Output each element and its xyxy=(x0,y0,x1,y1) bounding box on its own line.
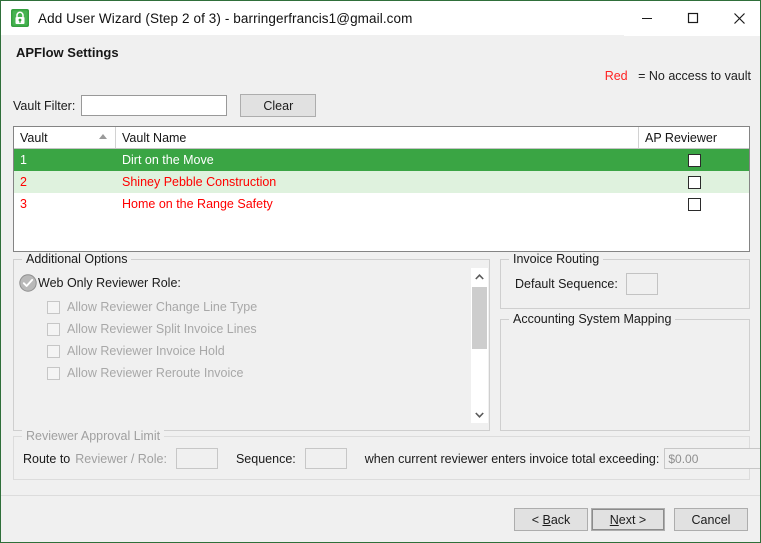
legend-text: = No access to vault xyxy=(638,69,751,83)
web-only-reviewer-role-label: Web Only Reviewer Role: xyxy=(38,276,181,290)
table-row[interactable]: 2 Shiney Pebble Construction xyxy=(14,171,749,193)
approval-amount-input[interactable] xyxy=(664,448,760,469)
approval-sequence-input[interactable] xyxy=(304,448,347,469)
chevron-down-icon xyxy=(475,411,484,418)
cell-vault-name: Dirt on the Move xyxy=(122,153,214,167)
chevron-up-icon xyxy=(475,273,484,280)
default-sequence-input[interactable] xyxy=(625,273,658,295)
vault-filter-input[interactable] xyxy=(81,95,228,116)
column-header-ap-reviewer-label: AP Reviewer xyxy=(645,130,718,145)
default-sequence-row: Default Sequence: xyxy=(515,273,658,295)
allow-reviewer-reroute-invoice-label: Allow Reviewer Reroute Invoice xyxy=(67,366,244,380)
allow-reviewer-invoice-hold-checkbox[interactable] xyxy=(47,344,60,358)
cell-ap-reviewer[interactable] xyxy=(639,171,749,193)
column-header-vault-name-label: Vault Name xyxy=(122,130,187,145)
header-strip: APFlow Settings xyxy=(1,36,760,71)
footer-bar: < Back Next > Cancel xyxy=(1,496,760,542)
reviewer-role-input[interactable] xyxy=(175,448,218,469)
minimize-icon xyxy=(642,18,652,19)
cell-vault: 2 xyxy=(20,175,27,189)
accounting-system-mapping-title: Accounting System Mapping xyxy=(509,312,676,326)
scroll-up-button[interactable] xyxy=(471,268,488,285)
ap-reviewer-checkbox[interactable] xyxy=(687,197,701,211)
cell-vault: 1 xyxy=(20,153,27,167)
table-row[interactable]: 1 Dirt on the Move xyxy=(14,149,749,171)
allow-reviewer-split-invoice-lines-checkbox[interactable] xyxy=(47,322,60,336)
vault-filter-clear-button[interactable]: Clear xyxy=(240,94,317,117)
vault-grid[interactable]: Vault Vault Name AP Reviewer 1 Dirt on t… xyxy=(13,126,750,252)
column-header-vault[interactable]: Vault xyxy=(14,127,116,148)
legend-no-access: Red = No access to vault xyxy=(605,69,751,83)
ap-reviewer-checkbox[interactable] xyxy=(687,175,701,189)
title-bar: Add User Wizard (Step 2 of 3) - barringe… xyxy=(1,1,760,36)
invoice-routing-title: Invoice Routing xyxy=(509,252,604,266)
reviewer-approval-limit-title: Reviewer Approval Limit xyxy=(22,429,165,443)
allow-reviewer-split-invoice-lines-option[interactable]: Allow Reviewer Split Invoice Lines xyxy=(47,322,257,336)
next-button[interactable]: Next > xyxy=(591,508,665,531)
accounting-system-mapping-group: Accounting System Mapping xyxy=(500,312,750,431)
cell-vault-name: Shiney Pebble Construction xyxy=(122,175,277,189)
allow-reviewer-reroute-invoice-option[interactable]: Allow Reviewer Reroute Invoice xyxy=(47,366,243,380)
back-button[interactable]: < Back xyxy=(514,508,588,531)
approval-condition-label: when current reviewer enters invoice tot… xyxy=(364,451,660,466)
maximize-button[interactable] xyxy=(670,1,716,36)
maximize-icon xyxy=(687,12,699,24)
vault-filter-row: Vault Filter: Clear xyxy=(13,94,317,117)
additional-options-group: Additional Options Web Only Reviewer Rol… xyxy=(13,252,490,431)
window-controls xyxy=(624,1,760,36)
next-button-label: Next > xyxy=(609,512,647,527)
vault-filter-label: Vault Filter: xyxy=(13,98,76,113)
additional-options-scrollbar[interactable] xyxy=(471,268,488,423)
default-sequence-label: Default Sequence: xyxy=(515,277,618,291)
additional-options-list: Web Only Reviewer Role: Allow Reviewer C… xyxy=(15,268,474,423)
table-row[interactable]: 3 Home on the Range Safety xyxy=(14,193,749,215)
vault-grid-header: Vault Vault Name AP Reviewer xyxy=(14,127,749,149)
sort-ascending-icon xyxy=(99,134,107,139)
page-title: APFlow Settings xyxy=(16,45,119,60)
close-button[interactable] xyxy=(716,1,760,36)
minimize-button[interactable] xyxy=(624,1,670,36)
column-header-ap-reviewer[interactable]: AP Reviewer xyxy=(639,127,749,148)
invoice-routing-group: Invoice Routing Default Sequence: xyxy=(500,252,750,309)
sequence-label: Sequence: xyxy=(235,451,296,466)
legend-red-word: Red xyxy=(604,69,628,83)
back-button-label: < Back xyxy=(531,512,571,527)
column-header-vault-name[interactable]: Vault Name xyxy=(116,127,639,148)
add-user-wizard-window: Add User Wizard (Step 2 of 3) - barringe… xyxy=(0,0,761,543)
scroll-down-button[interactable] xyxy=(471,406,488,423)
window-title: Add User Wizard (Step 2 of 3) - barringe… xyxy=(38,10,413,26)
scrollbar-thumb[interactable] xyxy=(472,287,487,349)
close-icon xyxy=(733,12,745,24)
ap-reviewer-checkbox[interactable] xyxy=(687,153,701,167)
allow-reviewer-change-line-type-label: Allow Reviewer Change Line Type xyxy=(67,300,258,314)
approval-limit-row: Route to Reviewer / Role: Sequence: when… xyxy=(23,448,760,469)
column-header-vault-label: Vault xyxy=(20,130,48,145)
cell-ap-reviewer[interactable] xyxy=(639,149,749,171)
reviewer-role-label: Reviewer / Role: xyxy=(75,451,167,466)
reviewer-approval-limit-group: Reviewer Approval Limit Route to Reviewe… xyxy=(13,429,760,480)
check-circle-icon xyxy=(19,274,37,292)
allow-reviewer-split-invoice-lines-label: Allow Reviewer Split Invoice Lines xyxy=(67,322,257,336)
route-to-label: Route to xyxy=(23,451,71,466)
cancel-button[interactable]: Cancel xyxy=(674,508,748,531)
additional-options-title: Additional Options xyxy=(22,252,132,266)
green-vault-lock-icon xyxy=(11,9,29,27)
cell-vault-name: Home on the Range Safety xyxy=(122,197,273,211)
allow-reviewer-reroute-invoice-checkbox[interactable] xyxy=(47,366,60,380)
allow-reviewer-change-line-type-checkbox[interactable] xyxy=(47,300,60,314)
cell-vault: 3 xyxy=(20,197,27,211)
allow-reviewer-change-line-type-option[interactable]: Allow Reviewer Change Line Type xyxy=(47,300,257,314)
allow-reviewer-invoice-hold-option[interactable]: Allow Reviewer Invoice Hold xyxy=(47,344,225,358)
cell-ap-reviewer[interactable] xyxy=(639,193,749,215)
allow-reviewer-invoice-hold-label: Allow Reviewer Invoice Hold xyxy=(67,344,225,358)
web-only-reviewer-role-option[interactable]: Web Only Reviewer Role: xyxy=(19,274,181,292)
